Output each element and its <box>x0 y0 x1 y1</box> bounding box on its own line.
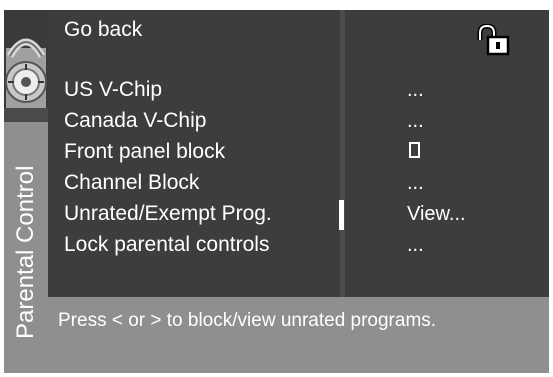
value-lock-parental-controls[interactable]: ... <box>407 233 424 257</box>
hint-text: Press < or > to block/view unrated progr… <box>58 310 437 331</box>
parental-control-window: Parental Control Go back US V-Chip Canad… <box>4 10 549 373</box>
value-canada-v-chip[interactable]: ... <box>407 109 424 133</box>
value-unrated-exempt[interactable]: View... <box>407 202 466 226</box>
go-back-item[interactable]: Go back <box>64 18 142 42</box>
value-channel-block[interactable]: ... <box>407 171 424 195</box>
value-column: ... ... ... View... ... <box>345 10 549 297</box>
value-us-v-chip[interactable]: ... <box>407 78 424 102</box>
sidebar-title-panel: Parental Control <box>4 122 48 373</box>
menu-item-front-panel-block[interactable]: Front panel block <box>64 140 225 164</box>
selection-indicator <box>339 200 344 230</box>
menu-item-lock-parental-controls[interactable]: Lock parental controls <box>64 233 269 257</box>
menu-item-unrated-exempt[interactable]: Unrated/Exempt Prog. <box>64 202 272 226</box>
sidebar-title: Parental Control <box>12 165 39 339</box>
unlocked-padlock-icon <box>477 24 510 56</box>
safe-lock-dial-icon <box>4 10 48 122</box>
sidebar: Parental Control <box>4 10 48 373</box>
tv-menu-screen: Parental Control Go back US V-Chip Canad… <box>0 0 553 377</box>
menu-item-us-v-chip[interactable]: US V-Chip <box>64 78 162 102</box>
menu-item-canada-v-chip[interactable]: Canada V-Chip <box>64 109 206 133</box>
menu-item-channel-block[interactable]: Channel Block <box>64 171 199 195</box>
hint-bar: Press < or > to block/view unrated progr… <box>48 297 549 373</box>
menu-list: Go back US V-Chip Canada V-Chip Front pa… <box>48 10 340 297</box>
front-panel-block-checkbox[interactable] <box>409 142 420 158</box>
